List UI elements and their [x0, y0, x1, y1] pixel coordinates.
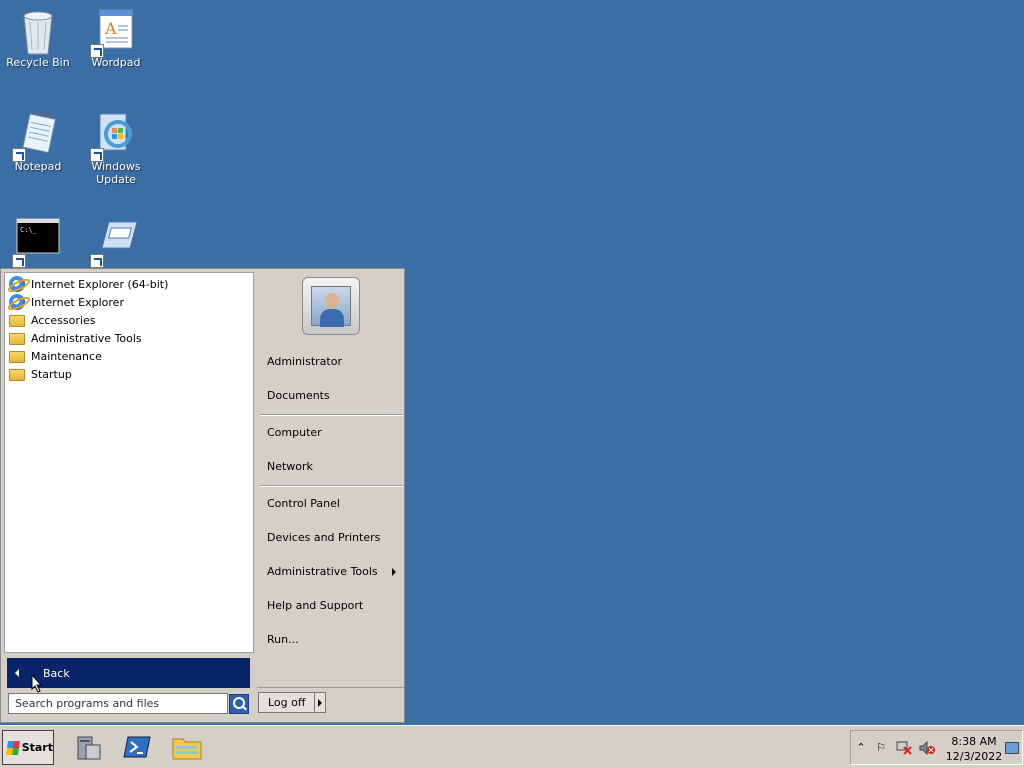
program-label: Accessories: [31, 313, 96, 327]
search-input[interactable]: Search programs and files: [8, 693, 228, 714]
menu-item-computer[interactable]: Computer: [261, 423, 404, 443]
menu-item-network[interactable]: Network: [261, 457, 404, 477]
menu-item-label: Administrative Tools: [267, 565, 378, 578]
search-placeholder: Search programs and files: [15, 697, 160, 710]
shutdown-options-arrow-icon[interactable]: [314, 692, 326, 713]
system-clock[interactable]: 8:38 AM 12/3/2022: [944, 734, 1004, 764]
program-folder-startup[interactable]: Startup: [5, 365, 253, 383]
program-item-ie64[interactable]: Internet Explorer (64-bit): [5, 275, 253, 293]
windows-logo-icon: [6, 740, 20, 755]
start-menu: Internet Explorer (64-bit) Internet Expl…: [0, 268, 405, 723]
folder-icon: [9, 351, 25, 363]
back-label: Back: [43, 666, 70, 680]
desktop-icon-command-prompt[interactable]: C:\_: [0, 218, 76, 268]
windows-update-icon: [90, 112, 138, 162]
svg-text:C:\_: C:\_: [20, 226, 38, 234]
start-menu-right-pane: Administrator Documents Computer Network…: [257, 269, 404, 687]
menu-item-administrator[interactable]: Administrator: [261, 352, 404, 372]
file-explorer-icon[interactable]: [171, 733, 202, 761]
user-avatar-icon[interactable]: [302, 277, 360, 335]
desktop-icon-label: Recycle Bin: [6, 56, 70, 69]
network-disconnected-icon[interactable]: [896, 741, 912, 755]
show-desktop-icon[interactable]: [1005, 742, 1019, 754]
clock-date: 12/3/2022: [945, 750, 1003, 763]
menu-item-devices-and-printers[interactable]: Devices and Printers: [261, 528, 404, 548]
program-folder-accessories[interactable]: Accessories: [5, 311, 253, 329]
mouse-cursor-icon: [31, 674, 43, 693]
shortcut-arrow-icon: [90, 44, 104, 58]
command-prompt-icon: C:\_: [12, 218, 60, 268]
search-icon[interactable]: [229, 694, 249, 714]
volume-muted-icon[interactable]: [919, 740, 935, 756]
menu-item-control-panel[interactable]: Control Panel: [261, 494, 404, 514]
taskbar: Start ⌃ ⚐ 8:38 AM 12/3/2022: [0, 725, 1024, 768]
program-label: Internet Explorer: [31, 295, 124, 309]
submenu-arrow-icon: [392, 568, 396, 576]
program-folder-administrative-tools[interactable]: Administrative Tools: [5, 329, 253, 347]
shortcut-arrow-icon: [90, 148, 104, 162]
desktop-icon-label: Windows Update: [91, 160, 141, 186]
internet-explorer-icon: [9, 276, 25, 292]
clock-time: 8:38 AM: [951, 735, 997, 748]
start-label: Start: [21, 741, 53, 754]
back-arrow-icon: [15, 669, 19, 677]
folder-icon: [9, 369, 25, 381]
show-hidden-icons-icon[interactable]: ⌃: [853, 741, 869, 755]
desktop-icon-notepad[interactable]: Notepad: [0, 110, 76, 173]
menu-separator: [260, 414, 403, 416]
program-label: Maintenance: [31, 349, 102, 363]
server-manager-taskbar-icon[interactable]: [72, 733, 102, 761]
menu-item-administrative-tools[interactable]: Administrative Tools: [261, 562, 404, 582]
menu-item-documents[interactable]: Documents: [261, 386, 404, 406]
server-shortcut-icon: [90, 218, 138, 268]
shortcut-arrow-icon: [12, 254, 26, 268]
desktop-icon-server-manager[interactable]: [78, 218, 154, 268]
notepad-icon: [12, 110, 60, 162]
action-center-flag-icon[interactable]: ⚐: [873, 741, 889, 755]
desktop-icon-wordpad[interactable]: A Wordpad: [78, 8, 154, 69]
program-label: Administrative Tools: [31, 331, 142, 345]
svg-text:A: A: [104, 19, 117, 38]
shortcut-arrow-icon: [90, 254, 104, 268]
menu-item-run[interactable]: Run...: [261, 630, 404, 650]
program-label: Internet Explorer (64-bit): [31, 277, 169, 291]
wordpad-icon: A: [90, 8, 138, 58]
desktop-icon-windows-update[interactable]: Windows Update: [78, 112, 154, 186]
program-item-ie[interactable]: Internet Explorer: [5, 293, 253, 311]
log-off-button[interactable]: Log off: [258, 692, 315, 713]
program-label: Startup: [31, 367, 72, 381]
notification-area: ⌃ ⚐ 8:38 AM 12/3/2022: [850, 730, 1023, 765]
recycle-bin-icon: [16, 8, 60, 55]
shortcut-arrow-icon: [12, 148, 26, 162]
program-folder-maintenance[interactable]: Maintenance: [5, 347, 253, 365]
menu-item-help-and-support[interactable]: Help and Support: [261, 596, 404, 616]
folder-icon: [9, 315, 25, 327]
start-button[interactable]: Start: [2, 730, 54, 765]
back-button[interactable]: Back: [7, 658, 250, 688]
internet-explorer-icon: [9, 294, 25, 310]
all-programs-list: Internet Explorer (64-bit) Internet Expl…: [4, 272, 254, 653]
folder-icon: [9, 333, 25, 345]
menu-separator: [257, 687, 404, 688]
powershell-icon[interactable]: [122, 733, 152, 761]
menu-separator: [260, 485, 403, 487]
desktop-icon-recycle-bin[interactable]: Recycle Bin: [0, 8, 76, 69]
